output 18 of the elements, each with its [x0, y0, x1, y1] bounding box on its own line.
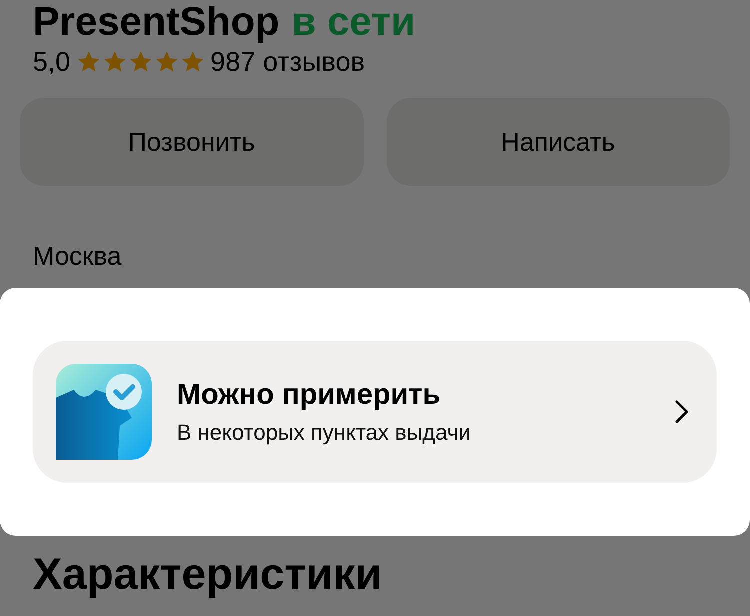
card-title: Можно примерить	[177, 378, 442, 412]
star-icon	[76, 50, 101, 74]
star-icon	[128, 50, 153, 74]
star-icon	[180, 50, 205, 74]
online-status: в сети	[292, 0, 416, 44]
city-label: Москва	[33, 240, 123, 272]
shop-name: PresentShop	[33, 0, 280, 44]
shirt-check-icon	[56, 364, 152, 460]
review-count[interactable]: 987 отзывов	[210, 46, 366, 78]
star-icon	[154, 50, 179, 74]
message-button[interactable]: Написать	[386, 98, 730, 186]
chevron-right-icon	[675, 400, 689, 424]
card-subtitle: В некоторых пунктах выдачи	[177, 420, 472, 446]
fitting-card[interactable]: Можно примерить В некоторых пунктах выдачи	[33, 341, 717, 483]
call-button[interactable]: Позвонить	[20, 98, 364, 186]
section-heading: Характеристики	[33, 550, 384, 600]
star-icon	[102, 50, 127, 74]
rating-score: 5,0	[33, 46, 71, 78]
